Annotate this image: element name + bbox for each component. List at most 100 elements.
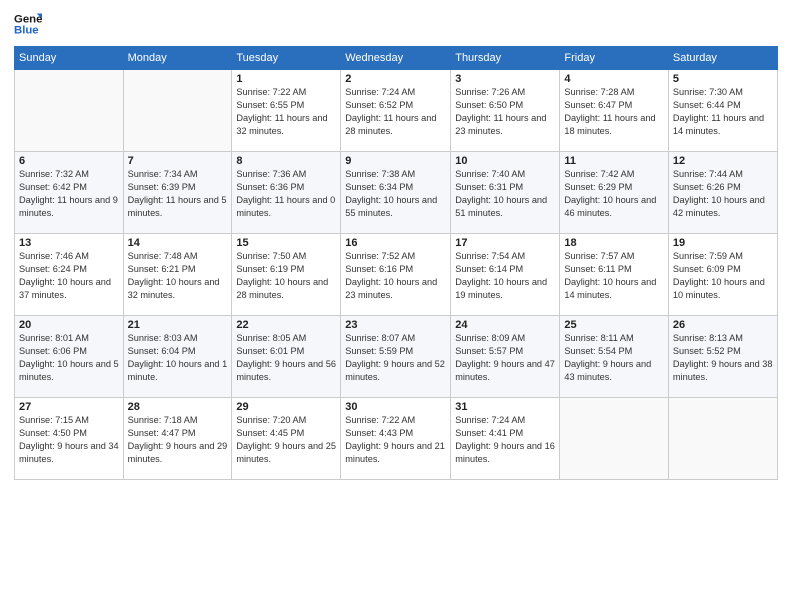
day-detail: Sunrise: 7:24 AM Sunset: 4:41 PM Dayligh… <box>455 414 555 466</box>
day-detail: Sunrise: 7:44 AM Sunset: 6:26 PM Dayligh… <box>673 168 773 220</box>
calendar-cell: 12Sunrise: 7:44 AM Sunset: 6:26 PM Dayli… <box>668 152 777 234</box>
calendar-cell: 20Sunrise: 8:01 AM Sunset: 6:06 PM Dayli… <box>15 316 124 398</box>
day-detail: Sunrise: 7:57 AM Sunset: 6:11 PM Dayligh… <box>564 250 664 302</box>
calendar-cell: 18Sunrise: 7:57 AM Sunset: 6:11 PM Dayli… <box>560 234 669 316</box>
day-detail: Sunrise: 7:59 AM Sunset: 6:09 PM Dayligh… <box>673 250 773 302</box>
day-detail: Sunrise: 7:52 AM Sunset: 6:16 PM Dayligh… <box>345 250 446 302</box>
day-number: 9 <box>345 155 446 167</box>
calendar-header-sunday: Sunday <box>15 47 124 70</box>
calendar-week-row: 13Sunrise: 7:46 AM Sunset: 6:24 PM Dayli… <box>15 234 778 316</box>
day-detail: Sunrise: 7:46 AM Sunset: 6:24 PM Dayligh… <box>19 250 119 302</box>
day-detail: Sunrise: 8:07 AM Sunset: 5:59 PM Dayligh… <box>345 332 446 384</box>
calendar-header-friday: Friday <box>560 47 669 70</box>
calendar-header-tuesday: Tuesday <box>232 47 341 70</box>
day-detail: Sunrise: 7:30 AM Sunset: 6:44 PM Dayligh… <box>673 86 773 138</box>
day-number: 15 <box>236 237 336 249</box>
calendar-header-monday: Monday <box>123 47 232 70</box>
day-detail: Sunrise: 7:36 AM Sunset: 6:36 PM Dayligh… <box>236 168 336 220</box>
day-number: 1 <box>236 73 336 85</box>
day-detail: Sunrise: 7:34 AM Sunset: 6:39 PM Dayligh… <box>128 168 228 220</box>
svg-text:General: General <box>14 13 42 25</box>
calendar-cell: 22Sunrise: 8:05 AM Sunset: 6:01 PM Dayli… <box>232 316 341 398</box>
calendar-cell: 21Sunrise: 8:03 AM Sunset: 6:04 PM Dayli… <box>123 316 232 398</box>
calendar-week-row: 6Sunrise: 7:32 AM Sunset: 6:42 PM Daylig… <box>15 152 778 234</box>
day-number: 31 <box>455 401 555 413</box>
header: General Blue <box>14 10 778 38</box>
day-detail: Sunrise: 7:18 AM Sunset: 4:47 PM Dayligh… <box>128 414 228 466</box>
day-number: 21 <box>128 319 228 331</box>
day-number: 25 <box>564 319 664 331</box>
calendar-table: SundayMondayTuesdayWednesdayThursdayFrid… <box>14 46 778 480</box>
calendar-week-row: 1Sunrise: 7:22 AM Sunset: 6:55 PM Daylig… <box>15 70 778 152</box>
day-number: 8 <box>236 155 336 167</box>
calendar-cell <box>560 398 669 480</box>
day-detail: Sunrise: 7:40 AM Sunset: 6:31 PM Dayligh… <box>455 168 555 220</box>
day-number: 4 <box>564 73 664 85</box>
day-number: 27 <box>19 401 119 413</box>
day-detail: Sunrise: 7:50 AM Sunset: 6:19 PM Dayligh… <box>236 250 336 302</box>
day-number: 11 <box>564 155 664 167</box>
day-detail: Sunrise: 7:32 AM Sunset: 6:42 PM Dayligh… <box>19 168 119 220</box>
logo: General Blue <box>14 10 46 38</box>
day-detail: Sunrise: 7:28 AM Sunset: 6:47 PM Dayligh… <box>564 86 664 138</box>
day-number: 18 <box>564 237 664 249</box>
calendar-cell: 6Sunrise: 7:32 AM Sunset: 6:42 PM Daylig… <box>15 152 124 234</box>
day-detail: Sunrise: 7:15 AM Sunset: 4:50 PM Dayligh… <box>19 414 119 466</box>
day-number: 5 <box>673 73 773 85</box>
day-detail: Sunrise: 8:01 AM Sunset: 6:06 PM Dayligh… <box>19 332 119 384</box>
day-number: 6 <box>19 155 119 167</box>
calendar-cell: 13Sunrise: 7:46 AM Sunset: 6:24 PM Dayli… <box>15 234 124 316</box>
calendar-cell: 2Sunrise: 7:24 AM Sunset: 6:52 PM Daylig… <box>341 70 451 152</box>
day-number: 10 <box>455 155 555 167</box>
svg-text:Blue: Blue <box>14 25 39 37</box>
calendar-header-saturday: Saturday <box>668 47 777 70</box>
day-detail: Sunrise: 8:13 AM Sunset: 5:52 PM Dayligh… <box>673 332 773 384</box>
calendar-cell: 16Sunrise: 7:52 AM Sunset: 6:16 PM Dayli… <box>341 234 451 316</box>
calendar-cell: 3Sunrise: 7:26 AM Sunset: 6:50 PM Daylig… <box>451 70 560 152</box>
day-number: 2 <box>345 73 446 85</box>
calendar-cell: 10Sunrise: 7:40 AM Sunset: 6:31 PM Dayli… <box>451 152 560 234</box>
calendar-cell <box>15 70 124 152</box>
calendar-cell: 15Sunrise: 7:50 AM Sunset: 6:19 PM Dayli… <box>232 234 341 316</box>
day-number: 13 <box>19 237 119 249</box>
calendar-cell: 14Sunrise: 7:48 AM Sunset: 6:21 PM Dayli… <box>123 234 232 316</box>
calendar-cell: 7Sunrise: 7:34 AM Sunset: 6:39 PM Daylig… <box>123 152 232 234</box>
day-detail: Sunrise: 7:20 AM Sunset: 4:45 PM Dayligh… <box>236 414 336 466</box>
calendar-cell: 8Sunrise: 7:36 AM Sunset: 6:36 PM Daylig… <box>232 152 341 234</box>
day-number: 7 <box>128 155 228 167</box>
calendar-cell: 30Sunrise: 7:22 AM Sunset: 4:43 PM Dayli… <box>341 398 451 480</box>
calendar-cell: 24Sunrise: 8:09 AM Sunset: 5:57 PM Dayli… <box>451 316 560 398</box>
day-detail: Sunrise: 8:09 AM Sunset: 5:57 PM Dayligh… <box>455 332 555 384</box>
day-number: 17 <box>455 237 555 249</box>
day-detail: Sunrise: 7:22 AM Sunset: 4:43 PM Dayligh… <box>345 414 446 466</box>
day-detail: Sunrise: 7:54 AM Sunset: 6:14 PM Dayligh… <box>455 250 555 302</box>
calendar-cell: 9Sunrise: 7:38 AM Sunset: 6:34 PM Daylig… <box>341 152 451 234</box>
calendar-header-thursday: Thursday <box>451 47 560 70</box>
calendar-cell <box>668 398 777 480</box>
calendar-cell: 29Sunrise: 7:20 AM Sunset: 4:45 PM Dayli… <box>232 398 341 480</box>
day-number: 29 <box>236 401 336 413</box>
day-detail: Sunrise: 7:24 AM Sunset: 6:52 PM Dayligh… <box>345 86 446 138</box>
calendar-cell: 19Sunrise: 7:59 AM Sunset: 6:09 PM Dayli… <box>668 234 777 316</box>
calendar-cell: 11Sunrise: 7:42 AM Sunset: 6:29 PM Dayli… <box>560 152 669 234</box>
day-detail: Sunrise: 7:38 AM Sunset: 6:34 PM Dayligh… <box>345 168 446 220</box>
calendar-cell <box>123 70 232 152</box>
day-number: 19 <box>673 237 773 249</box>
calendar-week-row: 20Sunrise: 8:01 AM Sunset: 6:06 PM Dayli… <box>15 316 778 398</box>
day-detail: Sunrise: 8:03 AM Sunset: 6:04 PM Dayligh… <box>128 332 228 384</box>
day-detail: Sunrise: 7:48 AM Sunset: 6:21 PM Dayligh… <box>128 250 228 302</box>
calendar-cell: 4Sunrise: 7:28 AM Sunset: 6:47 PM Daylig… <box>560 70 669 152</box>
day-number: 26 <box>673 319 773 331</box>
logo-icon: General Blue <box>14 10 42 38</box>
day-detail: Sunrise: 7:22 AM Sunset: 6:55 PM Dayligh… <box>236 86 336 138</box>
day-number: 28 <box>128 401 228 413</box>
day-detail: Sunrise: 7:42 AM Sunset: 6:29 PM Dayligh… <box>564 168 664 220</box>
day-number: 23 <box>345 319 446 331</box>
calendar-page: General Blue SundayMondayTuesdayWednesda… <box>0 0 792 612</box>
day-number: 3 <box>455 73 555 85</box>
day-number: 20 <box>19 319 119 331</box>
calendar-cell: 31Sunrise: 7:24 AM Sunset: 4:41 PM Dayli… <box>451 398 560 480</box>
day-number: 16 <box>345 237 446 249</box>
calendar-cell: 17Sunrise: 7:54 AM Sunset: 6:14 PM Dayli… <box>451 234 560 316</box>
day-detail: Sunrise: 8:11 AM Sunset: 5:54 PM Dayligh… <box>564 332 664 384</box>
